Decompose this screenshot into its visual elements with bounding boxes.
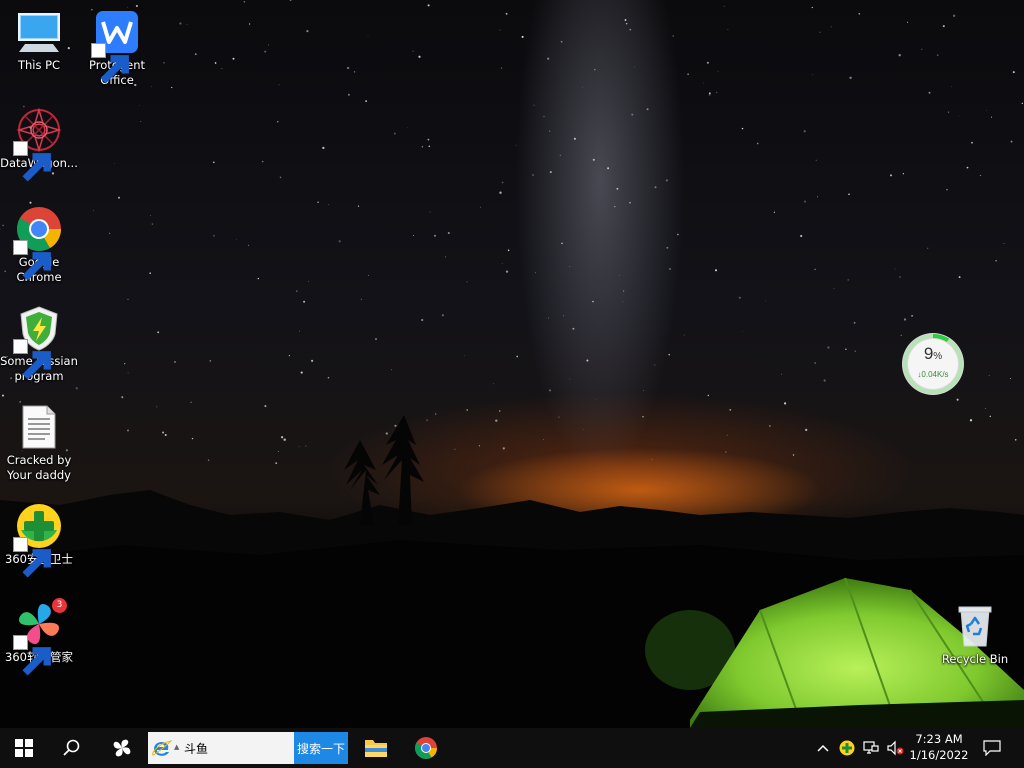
desktop-icon-label: Recycle Bin xyxy=(941,652,1009,666)
task-view-button[interactable] xyxy=(98,728,146,768)
network-usage-value: 9 xyxy=(923,344,934,363)
computer-icon xyxy=(18,13,60,52)
search-button[interactable] xyxy=(48,728,96,768)
folder-icon xyxy=(365,740,387,757)
network-icon xyxy=(863,741,879,754)
volume-muted-icon xyxy=(887,740,904,756)
shortcut-arrow-icon xyxy=(13,240,51,281)
shortcut-arrow-icon xyxy=(13,635,51,676)
windows-logo-icon xyxy=(15,739,33,757)
percent-symbol: % xyxy=(933,351,943,362)
tray-network[interactable] xyxy=(860,728,882,768)
search-engine-dropdown-icon[interactable]: ▲ xyxy=(174,743,179,751)
taskbar: ▲ 搜索一下 xyxy=(0,728,1024,768)
pinwheel-icon xyxy=(113,739,131,757)
action-center-button[interactable] xyxy=(978,728,1006,768)
shortcut-arrow-icon xyxy=(91,43,129,84)
search-icon xyxy=(63,739,80,756)
recycle-bin-icon xyxy=(958,606,992,647)
desktop: This PC Protegent Office DataWagon... Go… xyxy=(0,0,1024,768)
network-speed-value: ↓0.04K/s xyxy=(917,370,949,379)
search-submit-button[interactable]: 搜索一下 xyxy=(294,732,348,764)
web-search-box: ▲ 搜索一下 xyxy=(148,732,348,764)
desktop-icon-cracked-by-your-daddy[interactable]: Cracked by Your daddy xyxy=(0,403,78,483)
network-usage-percent: 9% xyxy=(901,344,965,364)
desktop-icon-some-russian-program[interactable]: Some russian program xyxy=(0,304,78,384)
shortcut-arrow-icon xyxy=(13,339,51,380)
360-security-icon xyxy=(839,740,855,756)
desktop-icon-datawagon[interactable]: DataWagon... xyxy=(0,106,78,182)
wallpaper-scene xyxy=(0,415,1024,728)
network-speed-widget[interactable]: 9% ↓0.04K/s xyxy=(901,332,965,396)
clock-date: 1/16/2022 xyxy=(909,748,969,762)
tray-360-security[interactable] xyxy=(836,728,858,768)
clock-time: 7:23 AM xyxy=(915,732,963,746)
desktop-icon-label: Cracked by Your daddy xyxy=(6,453,72,482)
notification-badge: 3 xyxy=(52,598,67,613)
desktop-icon-this-pc[interactable]: This PC xyxy=(0,8,78,73)
network-usage-ring xyxy=(902,333,964,395)
shortcut-arrow-icon xyxy=(13,141,51,182)
desktop-icon-label: This PC xyxy=(17,58,61,72)
tray-volume[interactable] xyxy=(884,728,906,768)
desktop-icon-google-chrome[interactable]: Google Chrome xyxy=(0,205,78,285)
desktop-icon-recycle-bin[interactable]: Recycle Bin xyxy=(936,602,1014,667)
search-input[interactable] xyxy=(184,732,290,764)
taskbar-google-chrome[interactable] xyxy=(402,728,450,768)
desktop-icon-protegent-office[interactable]: Protegent Office xyxy=(78,8,156,88)
taskbar-file-explorer[interactable] xyxy=(352,728,400,768)
shortcut-arrow-icon xyxy=(13,537,51,578)
text-document-icon xyxy=(22,405,56,449)
chevron-up-icon xyxy=(817,744,829,752)
notification-icon xyxy=(983,740,1001,756)
chrome-icon xyxy=(415,737,437,759)
desktop-icon-360-security[interactable]: 360安全卫士 xyxy=(0,502,78,578)
start-button[interactable] xyxy=(0,728,48,768)
internet-explorer-icon[interactable] xyxy=(152,740,172,758)
desktop-icon-360-software-manager[interactable]: 3 360软件管家 xyxy=(0,598,78,676)
taskbar-clock[interactable]: 7:23 AM 1/16/2022 xyxy=(904,731,974,765)
show-hidden-icons-button[interactable] xyxy=(812,728,834,768)
